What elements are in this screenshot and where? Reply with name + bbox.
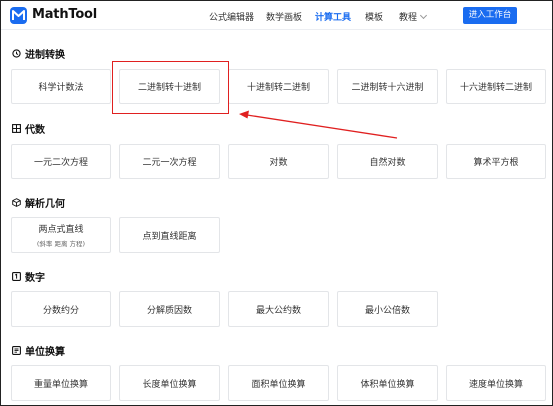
tool-card-two-point-line[interactable]: 两点式直线 (斜率 距离 方程) — [11, 217, 111, 253]
tool-card-linear-system[interactable]: 二元一次方程 — [119, 144, 220, 179]
number-box-icon — [12, 272, 21, 281]
section-title-text: 进制转换 — [25, 50, 65, 61]
tool-card-label: 分解质因数 — [146, 305, 192, 316]
tool-card-gcd[interactable]: 最大公约数 — [228, 291, 329, 327]
annotation-highlight-box — [112, 61, 229, 114]
tool-card-label: 最小公倍数 — [364, 305, 410, 316]
section-title-base-conversion: 进制转换 — [12, 46, 65, 61]
tool-card-label: 算术平方根 — [473, 158, 519, 168]
tool-card-label: 点到直线距离 — [142, 231, 197, 242]
tool-card-point-line-distance[interactable]: 点到直线距离 — [119, 217, 220, 253]
mathtool-logo-icon[interactable] — [10, 7, 27, 24]
section-title-text: 解析几何 — [25, 199, 65, 210]
nav-formula-editor[interactable]: 公式编辑器 — [209, 10, 254, 23]
cube-icon — [12, 198, 21, 207]
tool-card-fraction-reduce[interactable]: 分数约分 — [11, 291, 111, 327]
tool-card-label: 体积单位换算 — [360, 379, 415, 390]
section-title-unit-conversion: 单位换算 — [12, 343, 65, 358]
tool-card-label: 十六进制转二进制 — [459, 83, 532, 93]
nav-calc-tools[interactable]: 计算工具 — [315, 10, 351, 23]
nav-math-board[interactable]: 数学画板 — [266, 10, 302, 23]
tool-card-label: 对数 — [269, 158, 288, 168]
tool-card-square-root[interactable]: 算术平方根 — [446, 144, 546, 179]
top-nav-bar: MathTool 公式编辑器 数学画板 计算工具 模板 教程 进入工作台 — [1, 1, 552, 30]
tool-card-speed-unit[interactable]: 速度单位换算 — [446, 365, 546, 401]
tool-card-decimal-to-binary[interactable]: 十进制转二进制 — [228, 69, 329, 104]
tool-card-quadratic-equation[interactable]: 一元二次方程 — [11, 144, 111, 179]
tool-card-weight-unit[interactable]: 重量单位换算 — [11, 365, 111, 401]
app-window: MathTool 公式编辑器 数学画板 计算工具 模板 教程 进入工作台 进制转… — [0, 0, 553, 406]
tool-card-length-unit[interactable]: 长度单位换算 — [119, 365, 220, 401]
unit-icon — [12, 346, 21, 355]
tool-card-label: 长度单位换算 — [142, 379, 197, 390]
tool-card-volume-unit[interactable]: 体积单位换算 — [337, 365, 438, 401]
enter-workspace-button[interactable]: 进入工作台 — [463, 7, 517, 24]
tool-card-label: 一元二次方程 — [33, 158, 88, 168]
nav-templates[interactable]: 模板 — [365, 10, 383, 23]
nav-tutorials-label: 教程 — [399, 13, 418, 23]
tool-card-scientific-notation[interactable]: 科学计数法 — [11, 69, 111, 104]
chevron-down-icon — [419, 11, 428, 20]
section-title-analytic-geometry: 解析几何 — [12, 195, 65, 210]
tool-card-label: 分数约分 — [42, 305, 79, 316]
tool-card-natural-log[interactable]: 自然对数 — [337, 144, 438, 179]
tool-card-area-unit[interactable]: 面积单位换算 — [228, 365, 329, 401]
tool-card-logarithm[interactable]: 对数 — [228, 144, 329, 179]
tool-card-label: 二元一次方程 — [142, 158, 197, 168]
section-title-text: 代数 — [25, 125, 45, 136]
tool-card-label: 两点式直线 — [38, 225, 84, 235]
tool-card-label: 自然对数 — [369, 158, 406, 168]
section-title-algebra: 代数 — [12, 121, 45, 136]
section-title-text: 单位换算 — [25, 347, 65, 358]
history-icon — [12, 49, 21, 58]
brand-name[interactable]: MathTool — [32, 7, 97, 22]
tool-card-prime-factorization[interactable]: 分解质因数 — [119, 291, 220, 327]
tool-card-hex-to-binary[interactable]: 十六进制转二进制 — [446, 69, 546, 104]
grid-icon — [12, 124, 21, 133]
tool-card-label: 十进制转二进制 — [246, 83, 310, 93]
tool-card-label: 科学计数法 — [38, 83, 84, 93]
nav-tutorials[interactable]: 教程 — [399, 10, 428, 23]
tool-card-lcm[interactable]: 最小公倍数 — [337, 291, 438, 327]
tool-card-sublabel: (斜率 距离 方程) — [36, 240, 86, 248]
tool-card-label: 速度单位换算 — [468, 379, 523, 390]
annotation-arrow — [239, 110, 398, 139]
tool-card-label: 最大公约数 — [255, 305, 301, 316]
tool-card-label: 重量单位换算 — [33, 379, 88, 390]
tool-card-label: 面积单位换算 — [251, 379, 306, 390]
section-title-numbers: 数字 — [12, 269, 45, 284]
section-title-text: 数字 — [25, 273, 45, 284]
tool-card-binary-to-hex[interactable]: 二进制转十六进制 — [337, 69, 438, 104]
tool-card-label: 二进制转十六进制 — [351, 83, 424, 93]
